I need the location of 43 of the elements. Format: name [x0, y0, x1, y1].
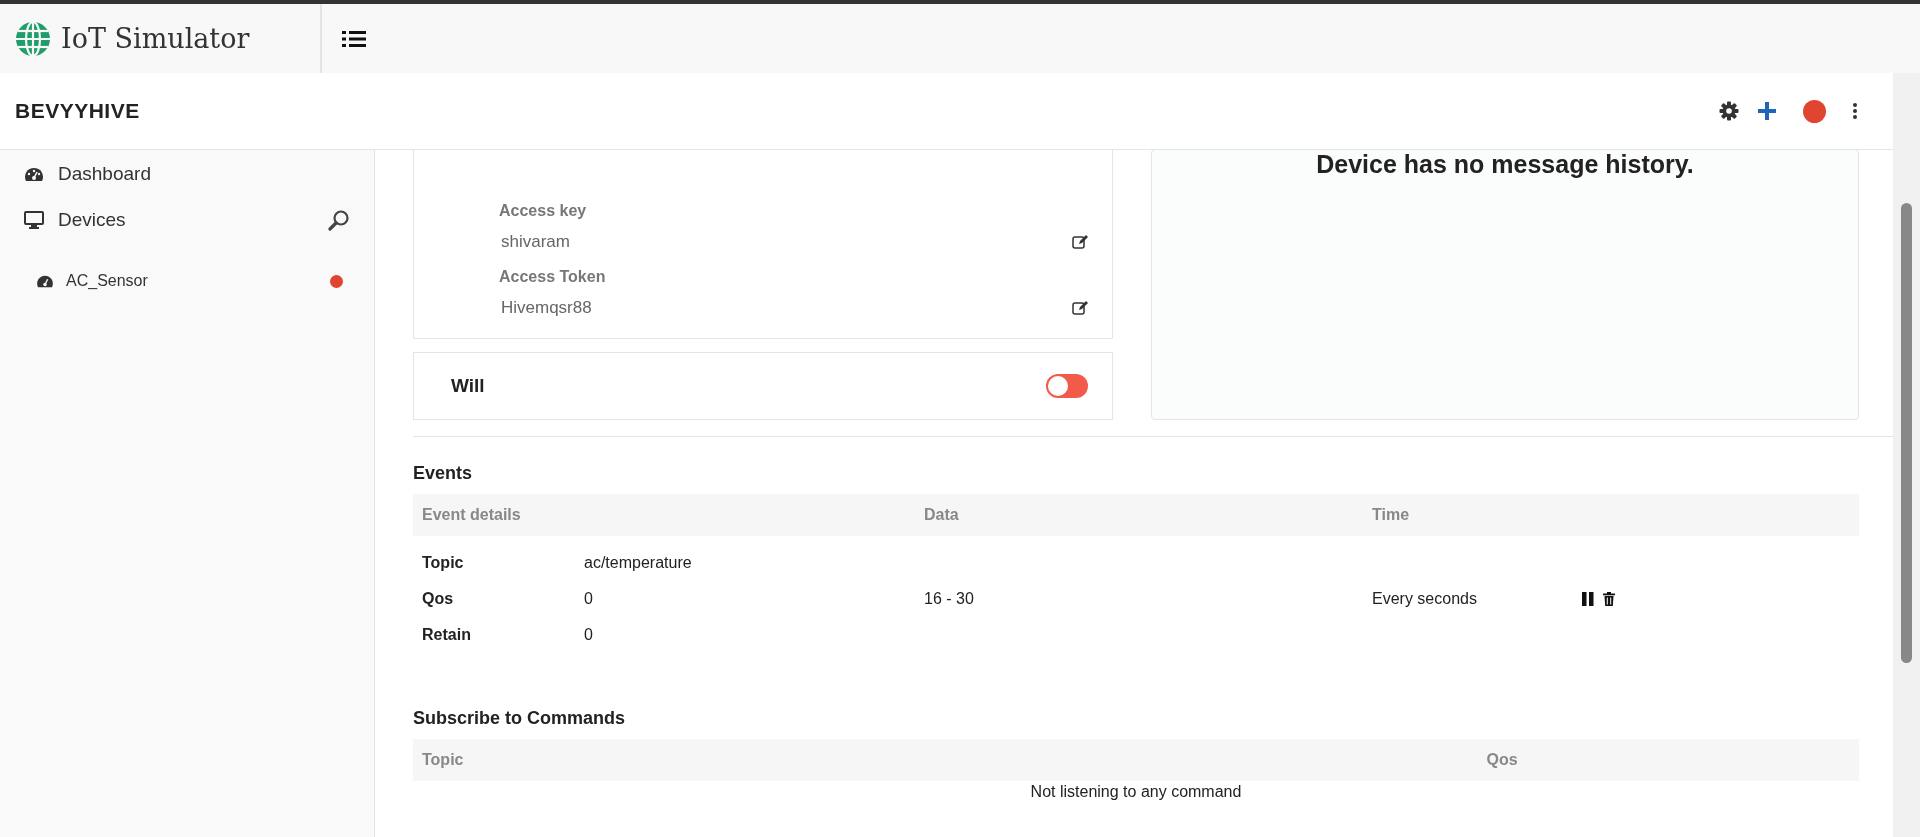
monitor-icon: [24, 211, 44, 229]
edit-icon[interactable]: [1072, 300, 1088, 316]
edit-icon[interactable]: [1072, 234, 1088, 250]
will-label: Will: [451, 375, 485, 397]
gauge-icon: [24, 165, 44, 183]
app-title: IoT Simulator: [61, 23, 250, 54]
detail-label: Qos: [422, 590, 455, 608]
empty-message: Device has no message history.: [1316, 150, 1694, 179]
field-label: Access Token: [499, 268, 607, 286]
column-header: Time: [1371, 506, 1411, 524]
empty-message: Not listening to any command: [1029, 782, 1243, 801]
column-header: Data: [923, 506, 960, 524]
device-item[interactable]: AC_Sensor: [0, 243, 374, 311]
detail-value: 0: [584, 626, 594, 644]
will-toggle[interactable]: [1046, 374, 1088, 398]
trash-icon[interactable]: [1603, 592, 1615, 606]
section-title: Events: [413, 463, 474, 484]
scrollbar-thumb[interactable]: [1901, 203, 1912, 663]
detail-value: ac/temperature: [584, 554, 693, 572]
gauge-icon: [36, 274, 54, 288]
sidebar-item[interactable]: Devices: [0, 197, 374, 243]
field-label: Access key: [499, 202, 588, 220]
table-cell-text: Every seconds: [1372, 590, 1478, 608]
field-value: Hivemqsr88: [500, 298, 592, 318]
column-header: Topic: [421, 751, 465, 769]
settings-icon[interactable]: [1719, 101, 1739, 121]
sidebar-item[interactable]: Dashboard: [0, 151, 374, 197]
globe-icon: [15, 20, 51, 57]
column-header: Event details: [421, 506, 522, 524]
menu-icon: [342, 28, 366, 49]
device-title: BEVYYHIVE: [15, 99, 140, 123]
plus-icon[interactable]: [1757, 101, 1777, 121]
pause-icon[interactable]: [1582, 592, 1594, 606]
table-cell-text: 16 - 30: [923, 590, 975, 608]
more-icon[interactable]: [1852, 101, 1858, 121]
detail-label: Topic: [422, 554, 465, 572]
search-icon[interactable]: [328, 209, 350, 231]
field-value: shivaram: [500, 232, 570, 252]
detail-value: 0: [584, 590, 594, 608]
section-title: Subscribe to Commands: [413, 708, 627, 729]
detail-label: Retain: [422, 626, 472, 644]
status-dot: [1803, 99, 1826, 123]
column-header: Qos: [1485, 751, 1519, 769]
